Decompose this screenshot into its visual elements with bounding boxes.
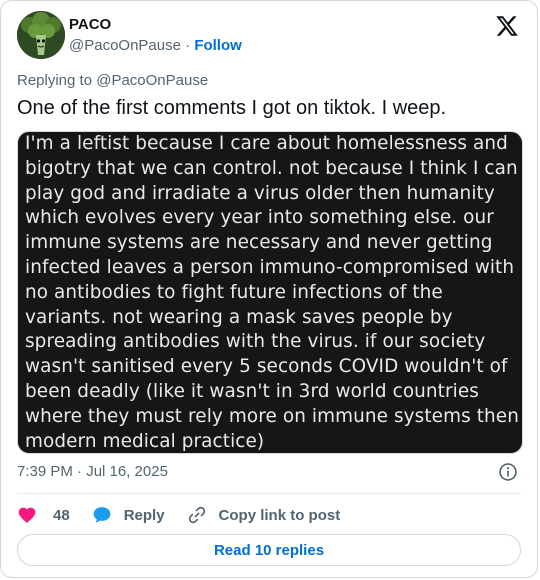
embedded-post: PACO @PacoOnPause · Follow Replying to @… bbox=[0, 0, 538, 578]
media-text: I'm a leftist because I care about homel… bbox=[25, 132, 519, 453]
media-line: play god and irradiate a virus older the… bbox=[25, 182, 495, 204]
action-bar: 48 Reply Copy link to post bbox=[17, 503, 362, 527]
media-line: spreading antibodies with the virus. if … bbox=[25, 331, 486, 353]
info-icon[interactable] bbox=[498, 462, 518, 482]
link-icon bbox=[188, 506, 205, 524]
reply-button[interactable]: Reply bbox=[92, 505, 165, 525]
broccoli-avatar-icon bbox=[17, 11, 65, 59]
media-screenshot[interactable]: I'm a leftist because I care about homel… bbox=[17, 131, 523, 454]
tweet-text: One of the first comments I got on tikto… bbox=[17, 97, 447, 119]
media-line: which evolves every year into something … bbox=[25, 207, 494, 229]
author-handle[interactable]: @PacoOnPause bbox=[69, 37, 181, 54]
media-line: I'm a leftist because I care about homel… bbox=[25, 133, 508, 154]
author-name[interactable]: PACO bbox=[69, 16, 111, 33]
read-replies-button[interactable]: Read 10 replies bbox=[17, 534, 521, 566]
timestamp[interactable]: 7:39 PM · Jul 16, 2025 bbox=[17, 463, 168, 480]
media-line: no antibodies to fight future infections… bbox=[25, 281, 443, 303]
media-line: immune systems are necessary and never g… bbox=[25, 232, 493, 254]
avatar[interactable] bbox=[17, 11, 65, 59]
copy-link-button[interactable]: Copy link to post bbox=[187, 505, 341, 525]
follow-button[interactable]: Follow bbox=[194, 37, 242, 54]
x-logo-icon[interactable] bbox=[495, 14, 519, 38]
like-button[interactable]: 48 bbox=[17, 505, 70, 525]
media-line: where they must rely more on immune syst… bbox=[25, 405, 519, 427]
copy-link-label: Copy link to post bbox=[218, 506, 341, 524]
divider bbox=[17, 493, 521, 494]
replying-to: Replying to @PacoOnPause bbox=[17, 72, 209, 89]
heart-icon bbox=[18, 507, 36, 523]
media-line: variants. not wearing a mask saves peopl… bbox=[25, 306, 453, 328]
handle-row: @PacoOnPause · Follow bbox=[69, 37, 242, 54]
like-count: 48 bbox=[53, 506, 70, 524]
reply-label: Reply bbox=[123, 506, 165, 524]
media-line: been deadly (like it wasn't in 3rd world… bbox=[25, 380, 479, 402]
media-line: bigotry that we can control. not because… bbox=[25, 157, 518, 179]
separator-dot: · bbox=[185, 37, 191, 54]
media-line: infected leaves a person immuno-compromi… bbox=[25, 256, 515, 278]
media-line: modern medical practice) bbox=[25, 430, 265, 452]
media-line: wasn't sanitised every 5 seconds COVID w… bbox=[25, 356, 508, 378]
speech-bubble-icon bbox=[93, 507, 111, 523]
